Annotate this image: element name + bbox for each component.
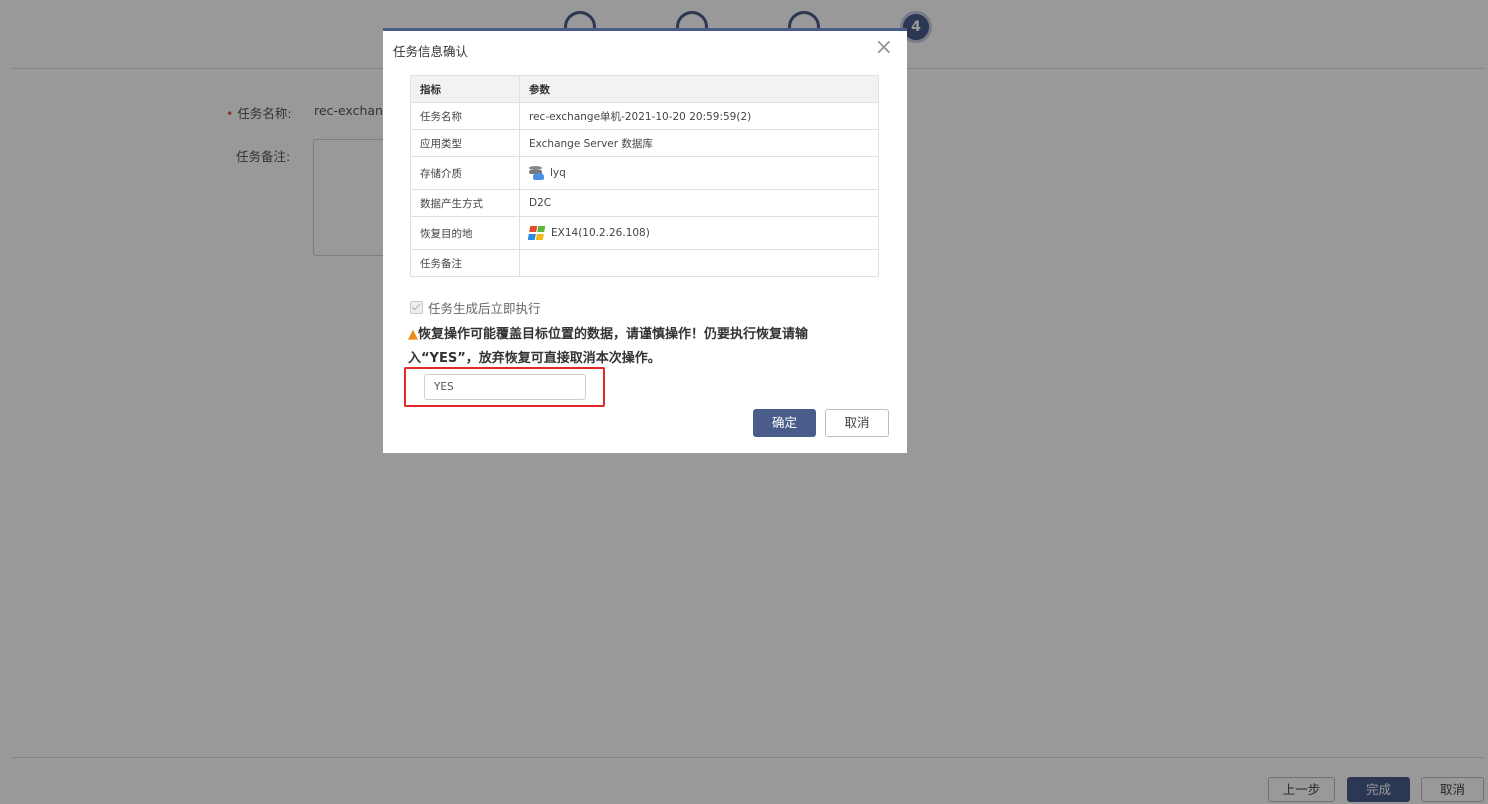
row-value: lyq: [550, 167, 566, 179]
row-value: rec-exchange单机-2021-10-20 20:59:59(2): [519, 102, 879, 130]
row-value: [519, 249, 879, 277]
row-value: Exchange Server 数据库: [519, 129, 879, 157]
table-row: 任务备注: [410, 249, 879, 277]
column-header-metric: 指标: [410, 75, 520, 103]
row-value-cell: lyq: [519, 156, 879, 190]
row-key: 恢复目的地: [410, 216, 520, 250]
confirm-input-highlight: YES: [404, 367, 605, 407]
row-key: 存储介质: [410, 156, 520, 190]
row-key: 应用类型: [410, 129, 520, 157]
warning-message: ▲恢复操作可能覆盖目标位置的数据，请谨慎操作！仍要执行恢复请输入“YES”，放弃…: [408, 323, 878, 371]
table-row: 应用类型 Exchange Server 数据库: [410, 129, 879, 157]
row-value: D2C: [519, 189, 879, 217]
close-icon[interactable]: ×: [875, 37, 893, 59]
row-value: EX14(10.2.26.108): [551, 227, 650, 239]
windows-icon: [527, 226, 546, 240]
row-value-cell: EX14(10.2.26.108): [519, 216, 879, 250]
task-info-table: 指标 参数 任务名称 rec-exchange单机-2021-10-20 20:…: [410, 75, 879, 277]
task-confirm-dialog: 任务信息确认 × 指标 参数 任务名称 rec-exchange单机-2021-…: [383, 28, 907, 453]
dialog-cancel-button[interactable]: 取消: [825, 409, 889, 437]
column-header-param: 参数: [519, 75, 879, 103]
warning-icon: ▲: [408, 327, 418, 342]
table-row: 数据产生方式 D2C: [410, 189, 879, 217]
table-row: 任务名称 rec-exchange单机-2021-10-20 20:59:59(…: [410, 102, 879, 130]
run-immediately-label: 任务生成后立即执行: [428, 301, 541, 316]
run-immediately-option[interactable]: 任务生成后立即执行: [410, 298, 541, 317]
table-row: 恢复目的地 EX14(10.2.26.108): [410, 216, 879, 250]
database-user-icon: [529, 166, 544, 180]
row-key: 任务备注: [410, 249, 520, 277]
warning-text: 恢复操作可能覆盖目标位置的数据，请谨慎操作！仍要执行恢复请输入“YES”，放弃恢…: [408, 327, 809, 366]
table-row: 存储介质 lyq: [410, 156, 879, 190]
run-immediately-checkbox[interactable]: [410, 301, 423, 314]
confirm-yes-input[interactable]: YES: [424, 374, 586, 400]
confirm-button[interactable]: 确定: [753, 409, 816, 437]
row-key: 数据产生方式: [410, 189, 520, 217]
dialog-title: 任务信息确认: [393, 44, 469, 59]
table-header-row: 指标 参数: [410, 75, 879, 103]
row-key: 任务名称: [410, 102, 520, 130]
